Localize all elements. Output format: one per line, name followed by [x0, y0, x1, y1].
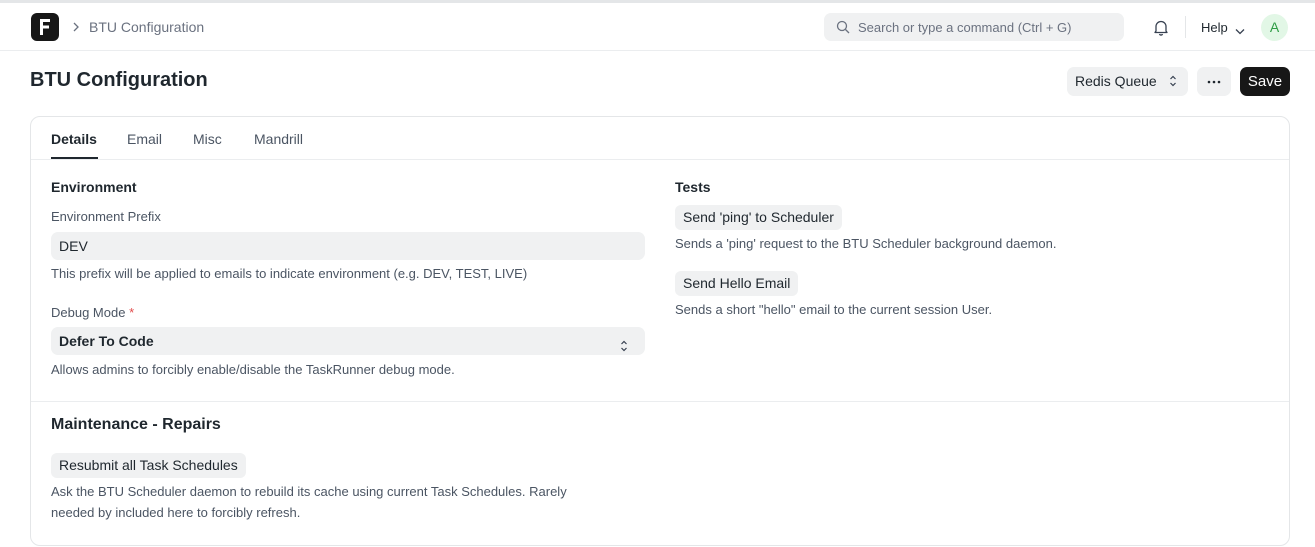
select-caret-icon [620, 334, 628, 362]
required-indicator: * [129, 305, 135, 320]
search-input[interactable] [858, 13, 1118, 41]
send-hello-email-description: Sends a short "hello" email to the curre… [675, 302, 993, 317]
sort-icon [1169, 74, 1177, 91]
page-title: BTU Configuration [30, 69, 208, 91]
resubmit-description-line-2: needed by included here to forcibly refr… [51, 505, 301, 520]
navbar-divider [1185, 16, 1186, 38]
tab-misc[interactable]: Misc [193, 131, 222, 147]
tab-mandrill[interactable]: Mandrill [254, 131, 303, 147]
debug-mode-label-text: Debug Mode [51, 305, 126, 320]
avatar[interactable]: A [1261, 14, 1288, 41]
navbar: BTU Configuration Help A [0, 3, 1315, 51]
more-button[interactable] [1197, 67, 1231, 96]
tests-heading: Tests [675, 179, 711, 195]
bell-icon[interactable] [1153, 19, 1169, 39]
chevron-right-icon [72, 21, 80, 36]
section-divider [31, 401, 1289, 402]
help-menu[interactable]: Help [1201, 20, 1228, 35]
environment-prefix-description: This prefix will be applied to emails to… [51, 266, 528, 281]
tab-details[interactable]: Details [51, 131, 97, 147]
debug-mode-value: Defer To Code [59, 333, 154, 349]
more-horizontal-icon [1207, 80, 1221, 84]
send-hello-email-button[interactable]: Send Hello Email [675, 271, 799, 296]
form-card: Details Email Misc Mandrill Environment … [30, 116, 1290, 546]
send-ping-button[interactable]: Send 'ping' to Scheduler [675, 205, 842, 230]
resubmit-description-line-1: Ask the BTU Scheduler daemon to rebuild … [51, 484, 567, 499]
resubmit-description: Ask the BTU Scheduler daemon to rebuild … [51, 481, 567, 523]
debug-mode-select[interactable]: Defer To Code [51, 327, 645, 355]
chevron-down-icon[interactable] [1235, 23, 1245, 38]
search-icon [836, 20, 850, 34]
debug-mode-description: Allows admins to forcibly enable/disable… [51, 362, 455, 377]
save-button[interactable]: Save [1240, 67, 1290, 96]
tab-email[interactable]: Email [127, 131, 162, 147]
frappe-logo-icon[interactable] [31, 13, 59, 41]
redis-queue-label: Redis Queue [1075, 73, 1157, 89]
search-bar[interactable] [824, 13, 1124, 41]
resubmit-task-schedules-button[interactable]: Resubmit all Task Schedules [51, 453, 246, 478]
maintenance-heading: Maintenance - Repairs [51, 416, 221, 433]
send-ping-description: Sends a 'ping' request to the BTU Schedu… [675, 236, 1057, 251]
debug-mode-label: Debug Mode * [51, 305, 134, 320]
active-tab-indicator [51, 157, 98, 159]
environment-heading: Environment [51, 179, 137, 195]
environment-prefix-input[interactable]: DEV [51, 232, 645, 260]
tab-bar: Details Email Misc Mandrill [31, 117, 1289, 160]
environment-prefix-label: Environment Prefix [51, 209, 161, 224]
breadcrumb[interactable]: BTU Configuration [89, 19, 204, 35]
